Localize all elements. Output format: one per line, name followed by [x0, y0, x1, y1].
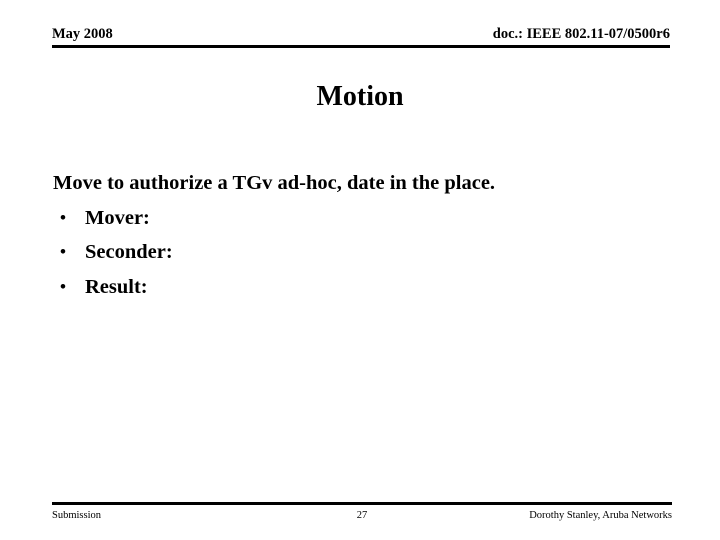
list-item-label: Mover: — [85, 206, 150, 229]
list-item: • Result: — [53, 270, 673, 305]
motion-statement: Move to authorize a TGv ad-hoc, date in … — [53, 172, 496, 194]
footer-divider — [52, 502, 672, 505]
header-row: May 2008 doc.: IEEE 802.11-07/0500r6 — [52, 26, 670, 43]
footer-author: Dorothy Stanley, Aruba Networks — [529, 510, 672, 521]
list-item: • Seconder: — [53, 235, 673, 270]
list-item: • Mover: — [53, 201, 673, 236]
footer-row: Submission 27 Dorothy Stanley, Aruba Net… — [52, 509, 672, 525]
slide-title: Motion — [316, 81, 404, 112]
header-date: May 2008 — [52, 26, 113, 42]
slide-page: May 2008 doc.: IEEE 802.11-07/0500r6 Mot… — [0, 0, 720, 540]
list-item-label: Seconder: — [85, 241, 173, 263]
bullet-icon: • — [60, 207, 66, 227]
slide-footer: Submission 27 Dorothy Stanley, Aruba Net… — [52, 509, 672, 525]
bullet-icon: • — [60, 242, 66, 261]
list-item-label: Result: — [85, 275, 148, 298]
header-divider — [52, 45, 670, 48]
bullet-icon: • — [60, 276, 66, 296]
slide-body: Move to authorize a TGv ad-hoc, date in … — [53, 166, 673, 304]
header-doc-reference: doc.: IEEE 802.11-07/0500r6 — [492, 26, 670, 42]
